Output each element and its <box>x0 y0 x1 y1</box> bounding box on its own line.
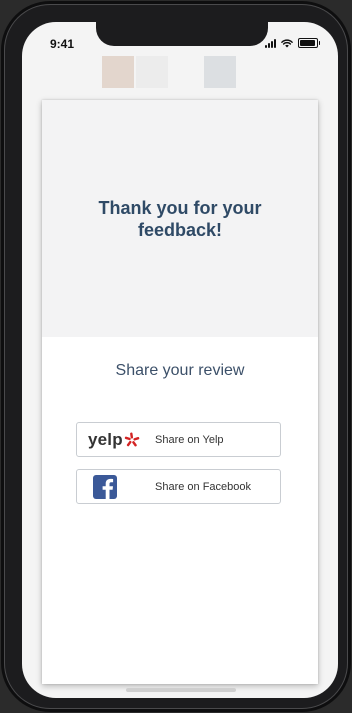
logo-segment <box>102 56 134 88</box>
app-screen: 9:41 Thank you for your feedback! Share … <box>22 22 338 698</box>
share-on-facebook-label: Share on Facebook <box>155 480 252 493</box>
battery-icon <box>298 38 320 48</box>
wifi-icon <box>281 38 293 47</box>
share-on-yelp-button[interactable]: yelp Share on Yelp <box>76 422 281 457</box>
yelp-burst-icon <box>124 432 140 446</box>
home-indicator <box>126 688 236 692</box>
logo-segment <box>204 56 236 88</box>
thank-you-heading: Thank you for your feedback! <box>98 197 262 240</box>
yelp-logo: yelp <box>88 430 140 450</box>
yelp-logo-text: yelp <box>88 429 123 449</box>
share-review-title: Share your review <box>115 362 245 379</box>
device-notch <box>96 22 268 46</box>
cellular-signal-icon <box>265 38 276 48</box>
logo-segment <box>170 56 202 88</box>
share-on-yelp-label: Share on Yelp <box>155 433 224 446</box>
business-logo <box>102 56 236 88</box>
phone-frame: 9:41 Thank you for your feedback! Share … <box>4 4 348 709</box>
status-time: 9:41 <box>50 37 75 51</box>
thank-you-panel: Thank you for your feedback! <box>42 100 318 337</box>
facebook-icon <box>93 474 117 499</box>
share-on-facebook-button[interactable]: Share on Facebook <box>76 469 281 504</box>
status-icons <box>265 38 320 48</box>
feedback-card: Thank you for your feedback! Share your … <box>42 100 318 684</box>
logo-segment <box>136 56 168 88</box>
